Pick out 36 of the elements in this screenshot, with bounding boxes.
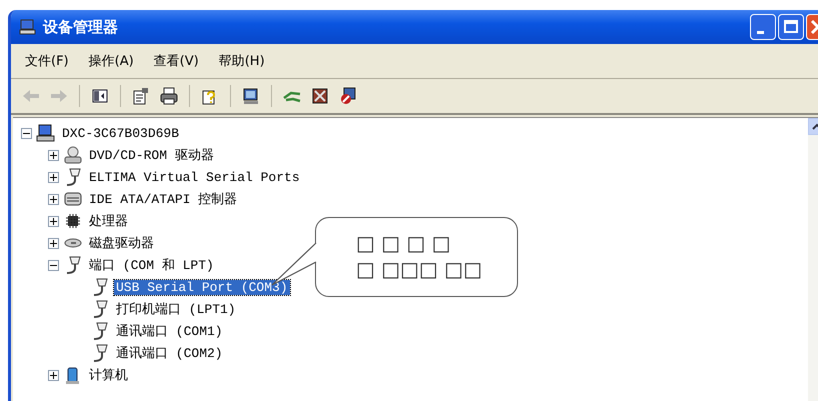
expander-icon[interactable] <box>48 260 59 270</box>
computer-icon <box>36 123 56 143</box>
tree-item[interactable]: USB Serial Port (COM3) <box>114 280 290 294</box>
tree-item[interactable]: 通讯端口 (COM1) <box>114 322 225 340</box>
tree-item[interactable]: ELTIMA Virtual Serial Ports <box>87 170 302 184</box>
menu-item[interactable]: 操作(A) <box>88 52 134 70</box>
disc-drive-icon <box>63 145 83 165</box>
tree-item[interactable]: 磁盘驱动器 <box>87 234 156 252</box>
expander-icon[interactable] <box>48 370 59 380</box>
computer-icon <box>19 18 37 36</box>
print-icon <box>159 86 179 106</box>
properties-icon <box>131 86 151 106</box>
chip-icon <box>63 211 83 231</box>
menu-item[interactable]: 查看(V) <box>154 52 199 70</box>
tree-item[interactable]: DVD/CD-ROM 驱动器 <box>87 146 216 164</box>
tree-item[interactable]: IDE ATA/ATAPI 控制器 <box>87 190 240 208</box>
callout-text: □ □□□ □□ <box>356 256 484 282</box>
expander-icon[interactable] <box>48 172 59 182</box>
menu-item[interactable]: 帮助(H) <box>218 52 265 70</box>
tree-item[interactable]: DXC-3C67B03D69B <box>60 126 182 140</box>
tree-item[interactable]: 处理器 <box>87 212 130 230</box>
expander-icon[interactable] <box>48 216 59 226</box>
expander-icon[interactable] <box>48 238 59 248</box>
tree-item[interactable]: 通讯端口 (COM2) <box>114 344 225 362</box>
tree-item[interactable]: 计算机 <box>87 366 130 384</box>
window-title: 设备管理器 <box>43 18 118 36</box>
expander-icon[interactable] <box>21 128 32 138</box>
menu-item[interactable]: 文件(F) <box>25 52 69 70</box>
expander-icon[interactable] <box>48 150 59 160</box>
tree-item[interactable]: 端口 (COM 和 LPT) <box>87 256 216 274</box>
maximize-button[interactable] <box>778 14 804 40</box>
callout-text: □ □ □ □ <box>356 230 452 256</box>
tree-item[interactable]: 打印机端口 (LPT1) <box>114 300 238 318</box>
minimize-button[interactable] <box>750 14 776 40</box>
expander-icon[interactable] <box>48 194 59 204</box>
minimize-icon <box>756 30 764 34</box>
